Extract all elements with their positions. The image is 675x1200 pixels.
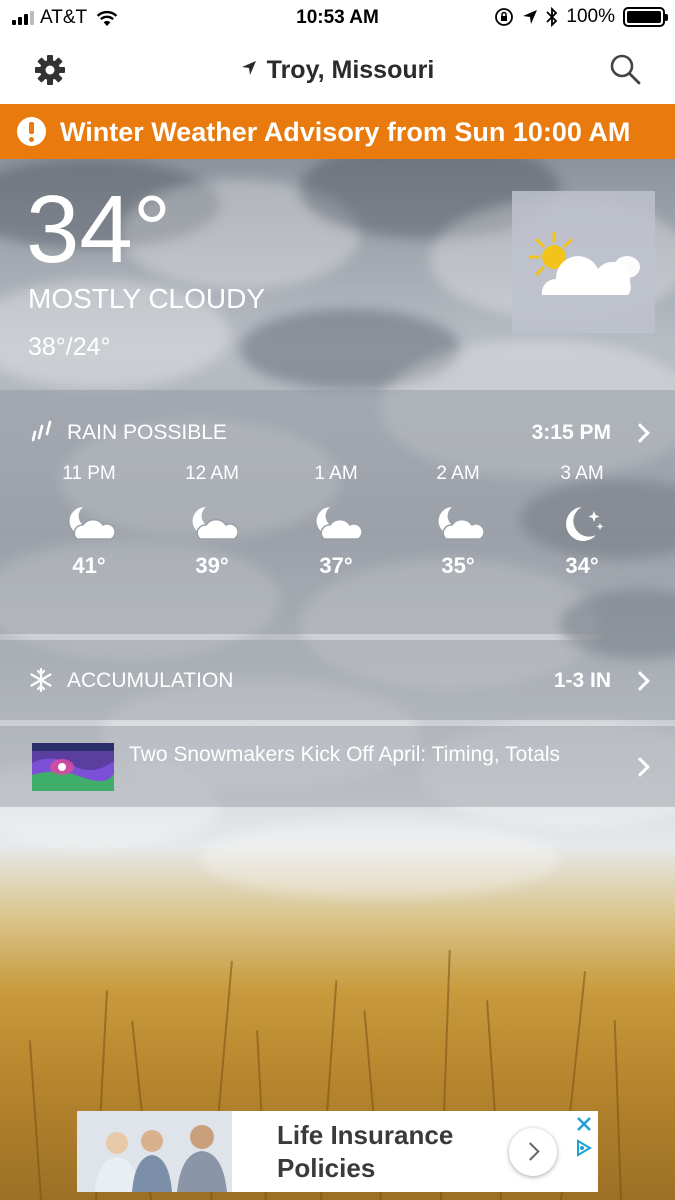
snowflake-icon — [30, 668, 52, 692]
hour-label: 3 AM — [560, 463, 604, 484]
alert-icon — [17, 117, 46, 146]
precip-title: RAIN POSSIBLE — [67, 421, 227, 444]
advertisement-banner[interactable]: Life Insurance Policies — [77, 1111, 598, 1192]
night-cloudy-icon — [316, 507, 362, 540]
hourly-forecast-item: 11 PM 41° — [39, 463, 139, 579]
precip-time: 3:15 PM — [531, 421, 611, 444]
hourly-forecast-item: 1 AM 37° — [286, 463, 386, 579]
ad-choices-icon[interactable] — [575, 1139, 593, 1157]
hour-temp: 34° — [565, 553, 599, 578]
hour-temp: 39° — [195, 553, 229, 578]
partly-cloudy-sun-icon — [528, 231, 640, 295]
accumulation-panel[interactable]: ACCUMULATION 1-3 IN — [0, 640, 675, 720]
hourly-forecast-item: 3 AM 34° — [532, 463, 632, 579]
night-cloudy-icon — [69, 507, 115, 540]
ad-image — [77, 1111, 232, 1192]
ad-people-photo — [77, 1111, 232, 1192]
ad-close-icon[interactable] — [575, 1115, 593, 1133]
news-thumbnail[interactable] — [32, 743, 114, 791]
night-cloudy-icon — [438, 507, 484, 540]
status-bar: AT&T 10:53 AM 100% — [0, 0, 675, 36]
chevron-right-icon — [630, 423, 650, 443]
location-selector[interactable]: Troy, Missouri — [0, 56, 675, 85]
location-arrow-icon — [241, 61, 256, 75]
rotation-lock-icon — [495, 8, 514, 26]
accumulation-value: 1-3 IN — [553, 669, 611, 692]
hour-label: 1 AM — [314, 463, 358, 484]
ad-open-button[interactable] — [509, 1128, 557, 1176]
weather-map-thumbnail — [32, 743, 114, 791]
high-low-temperature: 38°/24° — [28, 333, 111, 361]
moon-stars-icon — [566, 507, 604, 541]
hourly-forecast-item: 12 AM 39° — [162, 463, 262, 579]
hour-temp: 41° — [72, 553, 106, 578]
hour-label: 2 AM — [436, 463, 480, 484]
current-condition: MOSTLY CLOUDY — [28, 283, 266, 314]
battery-icon — [623, 7, 668, 27]
weather-advisory-banner[interactable]: Winter Weather Advisory from Sun 10:00 A… — [0, 104, 675, 159]
chevron-right-icon — [630, 757, 650, 777]
location-services-icon — [523, 10, 538, 24]
hourly-forecast-item: 2 AM 35° — [408, 463, 508, 579]
bluetooth-icon — [546, 7, 558, 27]
rain-icon — [31, 420, 52, 442]
nav-bar: Troy, Missouri — [0, 36, 675, 104]
condition-icon-tile — [512, 191, 655, 333]
current-temperature: 34° — [26, 176, 172, 283]
precip-forecast-panel[interactable]: RAIN POSSIBLE 3:15 PM 11 PM 41° 12 AM 39… — [0, 390, 675, 634]
advisory-text: Winter Weather Advisory from Sun 10:00 A… — [60, 117, 631, 147]
ad-title: Life Insurance Policies — [277, 1120, 454, 1183]
accumulation-title: ACCUMULATION — [67, 669, 234, 692]
battery-percent: 100% — [566, 6, 615, 27]
hour-temp: 35° — [441, 553, 475, 578]
news-headline[interactable]: Two Snowmakers Kick Off April: Timing, T… — [129, 741, 589, 768]
status-right: 100% — [494, 6, 668, 28]
search-icon[interactable] — [609, 53, 641, 85]
location-name: Troy, Missouri — [266, 56, 435, 84]
night-cloudy-icon — [192, 507, 238, 540]
hour-temp: 37° — [319, 553, 353, 578]
hour-label: 12 AM — [185, 463, 239, 484]
hour-label: 11 PM — [62, 463, 116, 484]
chevron-right-icon — [630, 671, 650, 691]
